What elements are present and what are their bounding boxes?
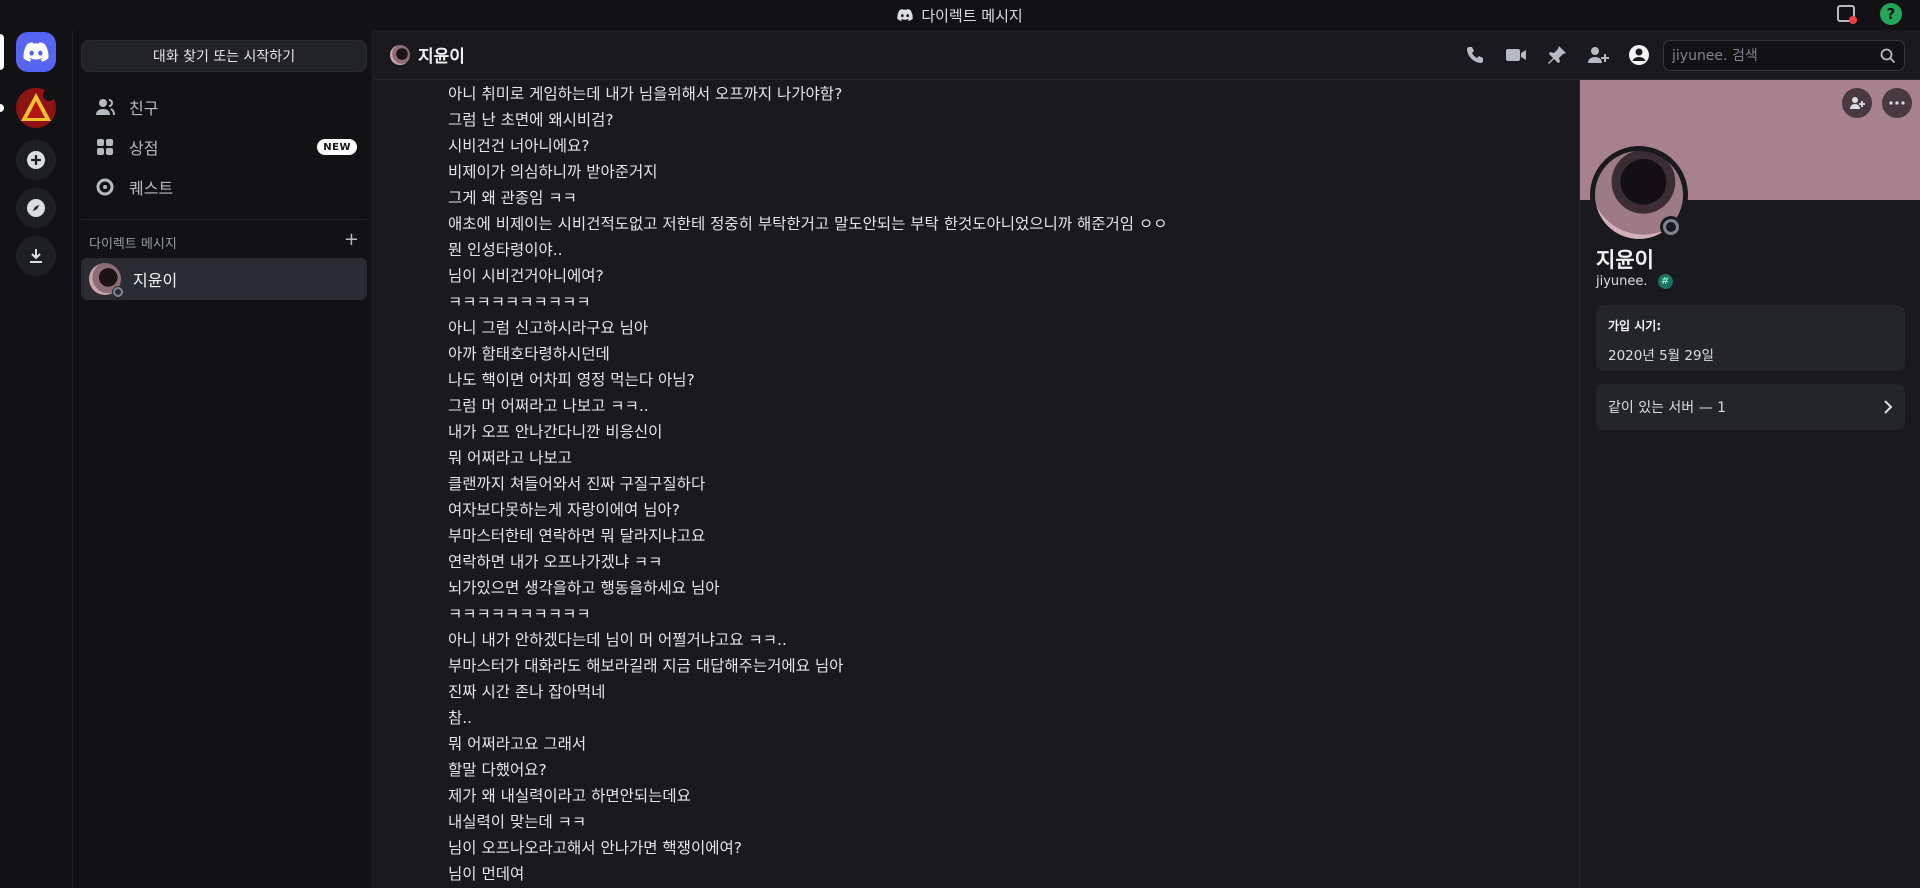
pin-icon[interactable]	[1546, 44, 1568, 66]
message-line: 아까 함태호타령하시던데	[448, 345, 610, 363]
window-title-text: 다이렉트 메시지	[921, 6, 1023, 25]
selected-pill	[0, 34, 4, 70]
discover-button[interactable]	[16, 188, 56, 228]
message-line: 클랜까지 쳐들어와서 진짜 구질구질하다	[448, 475, 706, 493]
message-line: 부마스터한테 연락하면 뭐 달라지냐고요	[448, 527, 706, 545]
user-profile-panel: 지윤이 jiyunee. # 가입 시기: 2020년 5월 29일 같이 있는…	[1579, 80, 1920, 888]
offline-status-icon	[1660, 216, 1682, 238]
message-line: 나도 핵이면 어차피 영정 먹는다 아님?	[448, 371, 695, 389]
message-line: 뭔 인성타령이야..	[448, 241, 563, 259]
title-bar: 다이렉트 메시지 ?	[0, 0, 1920, 30]
message-line: 아니 그럼 신고하시라구요 님아	[448, 319, 649, 337]
message-line: 뭐 어쩌라고요 그래서	[448, 735, 587, 753]
mutual-servers-button[interactable]: 같이 있는 서버 — 1	[1596, 384, 1905, 430]
message-list: 아니 취미로 게임하는데 내가 님을위해서 오프까지 나가야함? 그럼 난 초면에…	[374, 80, 1579, 888]
dm-section-header: 다이렉트 메시지 +	[89, 231, 359, 253]
chevron-right-icon	[1884, 400, 1893, 414]
message-line: ㅋㅋㅋㅋㅋㅋㅋㅋㅋㅋ	[448, 605, 591, 623]
new-badge: NEW	[317, 139, 357, 155]
offline-status-icon	[112, 286, 124, 298]
server-icon[interactable]	[16, 88, 56, 128]
shop-icon	[97, 139, 113, 155]
profile-avatar[interactable]	[1590, 146, 1688, 244]
dm-name: 지윤이	[133, 271, 178, 290]
profile-username-row: jiyunee. #	[1596, 274, 1673, 289]
profile-display-name: 지윤이	[1596, 248, 1654, 272]
message-line: 부마스터가 대화라도 해보라길래 지금 대답해주는거에요 님아	[448, 657, 844, 675]
message-line: 연락하면 내가 오프나가겠냐 ㅋㅋ	[448, 553, 663, 571]
mutual-servers-label: 같이 있는 서버 — 1	[1608, 400, 1726, 416]
add-friend-button[interactable]	[1842, 88, 1872, 118]
message-line: 아니 취미로 게임하는데 내가 님을위해서 오프까지 나가야함?	[448, 85, 843, 103]
message-line: 님이 시비건거아니에여?	[448, 267, 604, 285]
message-line: 비제이가 의심하니까 받아준거지	[448, 163, 658, 181]
message-line: 뇌가있으면 생각을하고 행동을하세요 님아	[448, 579, 720, 597]
message-line: 애초에 비제이는 시비건적도없고 저한테 정중히 부탁한거고 말도안되는 부탁 …	[448, 215, 1168, 233]
home-button[interactable]	[16, 32, 56, 72]
add-friend-icon	[1850, 97, 1865, 109]
add-friends-to-dm-icon[interactable]	[1587, 44, 1609, 66]
message-line: 그게 왜 관종임 ㅋㅋ	[448, 189, 577, 207]
channel-title: 지윤이	[390, 42, 465, 67]
message-line: 내가 오프 안나간다니깐 비응신이	[448, 423, 663, 441]
nav-quests-label: 퀘스트	[129, 179, 174, 198]
nav-friends-label: 친구	[129, 99, 159, 118]
nav-shop[interactable]: 상점 NEW	[81, 127, 367, 167]
discord-logo-icon	[23, 42, 49, 62]
member-since-label: 가입 시기:	[1608, 319, 1662, 333]
plus-icon	[27, 151, 45, 169]
dm-section-title: 다이렉트 메시지	[89, 237, 177, 252]
chat-header: 지윤이	[374, 30, 1920, 80]
message-line: 제가 왜 내실력이라고 하면안되는데요	[448, 787, 691, 805]
nav-shop-label: 상점	[129, 139, 159, 158]
window-title: 다이렉트 메시지	[897, 5, 1023, 26]
user-profile-icon[interactable]	[1628, 44, 1650, 66]
message-line: 님이 먼데여	[448, 865, 525, 883]
sidebar-divider	[81, 219, 367, 220]
compass-icon	[27, 199, 45, 217]
message-line: 할말 다했어요?	[448, 761, 547, 779]
message-line: 그럼 난 초면에 왜시비검?	[448, 111, 614, 129]
nav-friends[interactable]: 친구	[81, 87, 367, 127]
dm-list-item[interactable]: 지윤이	[81, 258, 367, 300]
avatar	[89, 263, 124, 298]
message-line: 진짜 시간 존나 잡아먹네	[448, 683, 606, 701]
friends-icon	[96, 99, 115, 116]
dm-sidebar: 대화 찾기 또는 시작하기 친구 상점 NEW 퀘스트 다이렉트 메시지 + 지…	[73, 30, 373, 888]
ellipsis-icon	[1889, 101, 1905, 105]
video-call-icon[interactable]	[1505, 44, 1527, 66]
message-line: 참..	[448, 709, 473, 727]
member-since-value: 2020년 5월 29일	[1608, 348, 1714, 364]
unread-pill	[0, 104, 4, 112]
help-icon[interactable]: ?	[1880, 3, 1902, 25]
quest-icon	[96, 178, 114, 196]
add-server-button[interactable]	[16, 140, 56, 180]
search-icon	[1880, 48, 1896, 63]
download-icon	[30, 249, 42, 263]
dm-search-box[interactable]	[1663, 40, 1905, 71]
message-line: 아니 내가 안하겠다는데 님이 머 어쩔거냐고요 ㅋㅋ..	[448, 631, 787, 649]
voice-call-icon[interactable]	[1464, 44, 1486, 66]
download-apps-button[interactable]	[16, 236, 56, 276]
nav-quests[interactable]: 퀘스트	[81, 167, 367, 207]
channel-name: 지윤이	[418, 47, 465, 67]
create-dm-button[interactable]: +	[344, 231, 359, 252]
more-options-button[interactable]	[1882, 88, 1912, 118]
message-line: 그럼 머 어쩌라고 나보고 ㅋㅋ..	[448, 397, 649, 415]
server-rail	[0, 30, 72, 888]
member-since-card: 가입 시기: 2020년 5월 29일	[1596, 305, 1905, 371]
find-conversation-button[interactable]: 대화 찾기 또는 시작하기	[81, 40, 367, 72]
message-line: ㅋㅋㅋㅋㅋㅋㅋㅋㅋㅋ	[448, 293, 591, 311]
message-line: 내실력이 맞는데 ㅋㅋ	[448, 813, 587, 831]
inbox-icon[interactable]	[1836, 3, 1858, 25]
search-input[interactable]	[1672, 47, 1880, 64]
message-line: 여자보다못하는게 자랑이에여 님아?	[448, 501, 680, 519]
discord-logo-icon	[897, 9, 913, 21]
profile-username: jiyunee.	[1596, 274, 1648, 289]
message-line: 님이 오프나오라고해서 안나가면 핵쟁이에여?	[448, 839, 742, 857]
hashtag-badge-icon[interactable]: #	[1657, 274, 1673, 289]
message-line: 뭐 어쩌라고 나보고	[448, 449, 572, 467]
message-line: 시비건건 너아니에요?	[448, 137, 590, 155]
avatar	[390, 44, 410, 65]
